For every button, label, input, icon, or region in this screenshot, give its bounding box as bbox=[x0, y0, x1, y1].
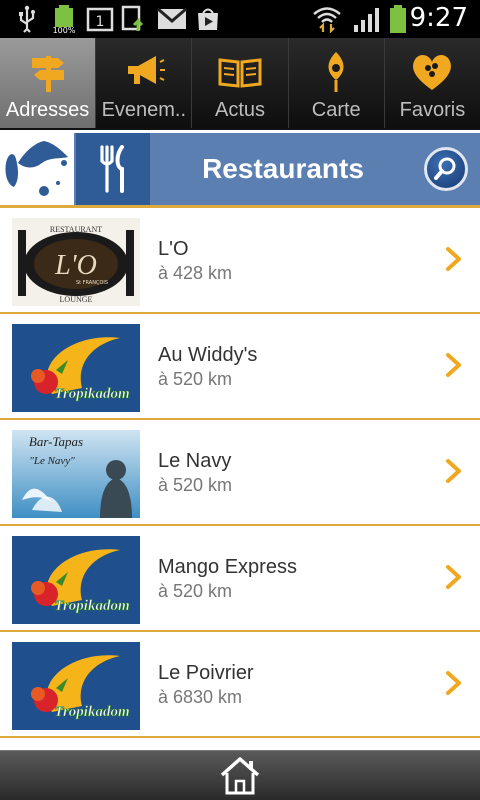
clock: 9:27 bbox=[409, 3, 468, 33]
chevron-right-icon bbox=[446, 565, 461, 589]
usb-icon bbox=[14, 5, 40, 33]
chevron-right-icon bbox=[446, 671, 461, 695]
chevron-right-icon bbox=[446, 459, 461, 483]
chevron-right-icon bbox=[446, 247, 461, 271]
logo-text: Tropikadom bbox=[54, 598, 129, 614]
list-item[interactable]: Tropikadom Le Poivrier à 6830 km bbox=[0, 632, 480, 738]
megaphone-icon bbox=[127, 56, 165, 84]
restaurant-distance: à 6830 km bbox=[158, 687, 243, 707]
tab-adresses[interactable]: Adresses bbox=[0, 38, 97, 128]
calendar-day-text: 1 bbox=[96, 14, 105, 30]
list-item[interactable]: Tropikadom Au Widdy's à 520 km bbox=[0, 314, 480, 420]
restaurant-distance: à 428 km bbox=[158, 263, 233, 283]
home-icon[interactable] bbox=[218, 755, 262, 797]
tab-evenements[interactable]: Evenem.. bbox=[96, 38, 193, 128]
search-button[interactable] bbox=[424, 147, 468, 191]
restaurant-list: RESTAURANT L'O St FRANÇOIS LOUNGE L'O à … bbox=[0, 205, 480, 750]
signal-icon bbox=[350, 5, 384, 33]
restaurant-distance: à 520 km bbox=[158, 475, 233, 495]
page-title: Restaurants bbox=[202, 153, 364, 184]
logo-text: Tropikadom bbox=[54, 704, 129, 720]
logo-text: Tropikadom bbox=[54, 386, 129, 402]
tab-label: Evenem.. bbox=[101, 99, 187, 121]
list-item[interactable]: Tropikadom Mango Express à 520 km bbox=[0, 526, 480, 632]
tab-actus[interactable]: Actus bbox=[192, 38, 289, 128]
tab-label: Actus bbox=[214, 99, 266, 121]
fork-knife-icon bbox=[76, 133, 150, 205]
restaurant-name: Le Poivrier bbox=[158, 662, 254, 684]
logo-text: Bar-Tapas bbox=[29, 434, 83, 449]
tab-bar: Adresses Evenem.. Actus Carte Favoris bbox=[0, 38, 480, 130]
logo-text: L'O bbox=[54, 250, 97, 281]
restaurant-name: Au Widdy's bbox=[158, 344, 258, 366]
battery-full-icon: 100% bbox=[50, 5, 78, 34]
restaurant-logo: Tropikadom bbox=[12, 642, 140, 730]
sync-icon bbox=[120, 5, 150, 33]
status-bar: 100% 1 9:27 bbox=[0, 0, 480, 38]
tab-label: Favoris bbox=[399, 99, 466, 121]
restaurant-name: Le Navy bbox=[158, 450, 232, 472]
book-icon bbox=[218, 58, 262, 88]
tab-label: Carte bbox=[311, 99, 361, 121]
wifi-icon bbox=[312, 5, 342, 33]
logo-text: "Le Navy" bbox=[29, 455, 75, 467]
logo-text: St FRANÇOIS bbox=[76, 280, 108, 286]
map-pin-icon bbox=[328, 52, 344, 92]
signpost-icon bbox=[31, 56, 64, 92]
battery-percent-text: 100% bbox=[53, 26, 76, 34]
chevron-right-icon bbox=[446, 353, 461, 377]
tab-favoris[interactable]: Favoris bbox=[385, 38, 480, 128]
gmail-icon bbox=[156, 5, 188, 33]
restaurant-name: L'O bbox=[158, 238, 189, 260]
tab-carte[interactable]: Carte bbox=[289, 38, 385, 128]
guadeloupe-map-icon[interactable] bbox=[0, 133, 74, 205]
list-item[interactable]: Bar-Tapas "Le Navy" Le Navy à 520 km bbox=[0, 420, 480, 526]
restaurant-distance: à 520 km bbox=[158, 369, 233, 389]
calendar-icon: 1 bbox=[86, 5, 114, 33]
bottom-bar bbox=[0, 750, 480, 800]
tab-label: Adresses bbox=[5, 99, 90, 121]
restaurant-distance: à 520 km bbox=[158, 581, 233, 601]
search-icon bbox=[434, 157, 456, 180]
logo-text: LOUNGE bbox=[60, 295, 93, 304]
list-item[interactable]: RESTAURANT L'O St FRANÇOIS LOUNGE L'O à … bbox=[0, 208, 480, 314]
restaurant-logo: Tropikadom bbox=[12, 324, 140, 412]
restaurant-name: Mango Express bbox=[158, 556, 297, 578]
play-store-icon bbox=[194, 5, 222, 33]
logo-text: RESTAURANT bbox=[50, 225, 102, 234]
restaurant-logo: RESTAURANT L'O St FRANÇOIS LOUNGE bbox=[12, 218, 140, 306]
battery-icon bbox=[386, 5, 410, 33]
restaurant-logo: Tropikadom bbox=[12, 536, 140, 624]
restaurant-logo: Bar-Tapas "Le Navy" bbox=[12, 430, 140, 518]
category-header: Restaurants bbox=[0, 133, 480, 205]
heart-icon bbox=[413, 55, 452, 90]
